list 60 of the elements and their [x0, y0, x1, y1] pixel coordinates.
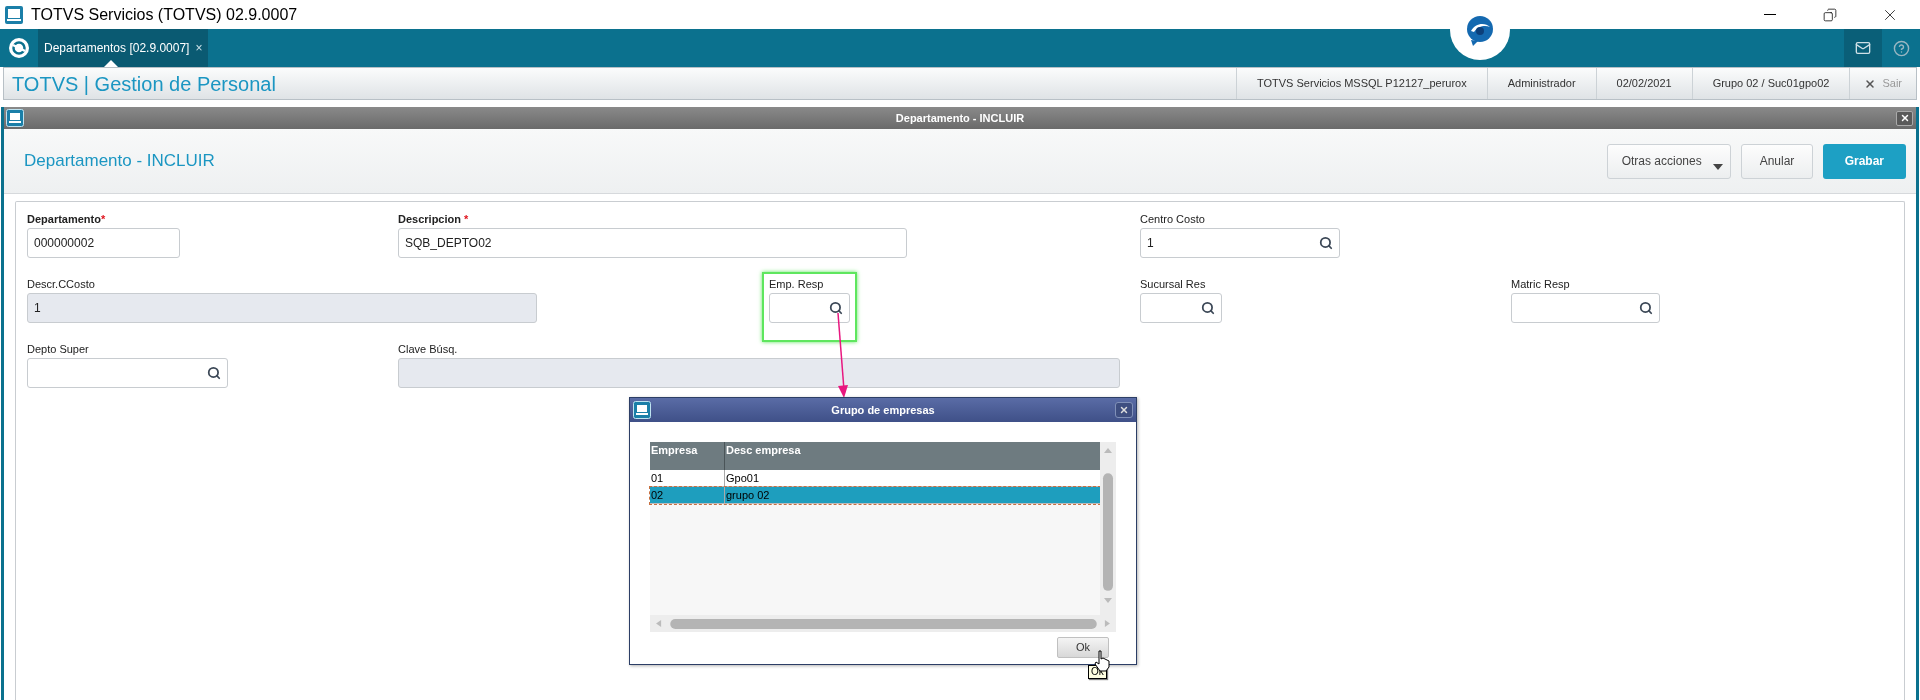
- table-row[interactable]: 02 grupo 02: [650, 487, 1100, 504]
- table-row[interactable]: 01 Gpo01: [650, 470, 1100, 487]
- field-label: Sucursal Res: [1140, 277, 1207, 291]
- input-field[interactable]: 1: [27, 293, 537, 323]
- close-icon: [1864, 77, 1877, 90]
- pointer-icon: [104, 60, 118, 67]
- status-item: Grupo 02 / Suc01gpo02: [1712, 76, 1830, 92]
- app-title: TOTVS | Gestion de Personal: [12, 71, 276, 97]
- input-field[interactable]: [398, 358, 1120, 388]
- status-item: 02/02/2021: [1616, 76, 1672, 92]
- search-icon: [207, 366, 221, 380]
- window-icon: [6, 109, 24, 127]
- input-field[interactable]: 1: [1140, 228, 1340, 258]
- window-icon: [633, 401, 651, 419]
- page-heading: Departamento - INCLUIR: [24, 150, 215, 173]
- dialog-title: Grupo de empresas: [830, 402, 936, 418]
- close-button[interactable]: [1115, 402, 1133, 418]
- status-item: TOTVS Servicios MSSQL P12127_perurox: [1257, 76, 1467, 92]
- restore-icon: [1823, 7, 1837, 22]
- actions-menu-button[interactable]: Otras acciones: [1606, 143, 1731, 179]
- minimize-icon: [1764, 14, 1776, 15]
- vertical-scrollbar[interactable]: [1100, 442, 1116, 615]
- input-field[interactable]: [1511, 293, 1660, 323]
- field-label: Descr.CCosto: [27, 277, 96, 291]
- field-label: Depto Super: [27, 342, 90, 356]
- field-label: Departamento*: [27, 212, 107, 226]
- help-icon[interactable]: [1892, 39, 1910, 57]
- input-field[interactable]: 000000002: [27, 228, 180, 258]
- table-cell-text: Gpo01: [725, 471, 761, 486]
- input-field[interactable]: SQB_DEPTO02: [398, 228, 907, 258]
- field-label: Matric Resp: [1511, 277, 1571, 291]
- field-label: Descripcion *: [398, 212, 470, 226]
- window-titlebar: Departamento - INCLUIR: [4, 107, 1916, 129]
- tab-close[interactable]: ×: [195, 39, 203, 57]
- search-icon: [1319, 236, 1333, 250]
- close-button[interactable]: [1896, 110, 1913, 126]
- column-header[interactable]: Desc empresa: [725, 442, 1100, 470]
- search-icon: [1639, 301, 1653, 315]
- status-item: Administrador: [1507, 76, 1576, 92]
- field-label: Centro Costo: [1140, 212, 1206, 226]
- window-title: TOTVS Servicios (TOTVS) 02.9.0007: [31, 4, 298, 25]
- field-label: Clave Búsq.: [398, 342, 459, 356]
- table-cell: 02: [650, 487, 725, 503]
- table-cell-text: grupo 02: [725, 488, 771, 503]
- input-field[interactable]: [769, 293, 850, 323]
- input-field[interactable]: [27, 358, 228, 388]
- close-icon: [1119, 405, 1129, 415]
- mail-icon[interactable]: [1855, 40, 1871, 56]
- tab[interactable]: Departamentos [02.9.0007] ×: [38, 29, 209, 67]
- caret-icon: [1712, 163, 1723, 170]
- input-field[interactable]: [1140, 293, 1222, 323]
- app-icon: [4, 4, 24, 25]
- ok-button[interactable]: Ok: [1057, 637, 1109, 658]
- action-button[interactable]: Anular: [1740, 143, 1813, 179]
- search-icon: [1201, 301, 1215, 315]
- close-icon: [1899, 113, 1910, 123]
- search-icon: [829, 301, 843, 315]
- field-label: Emp. Resp: [769, 277, 825, 291]
- horizontal-scrollbar[interactable]: [650, 615, 1116, 632]
- logo-icon[interactable]: [8, 37, 30, 59]
